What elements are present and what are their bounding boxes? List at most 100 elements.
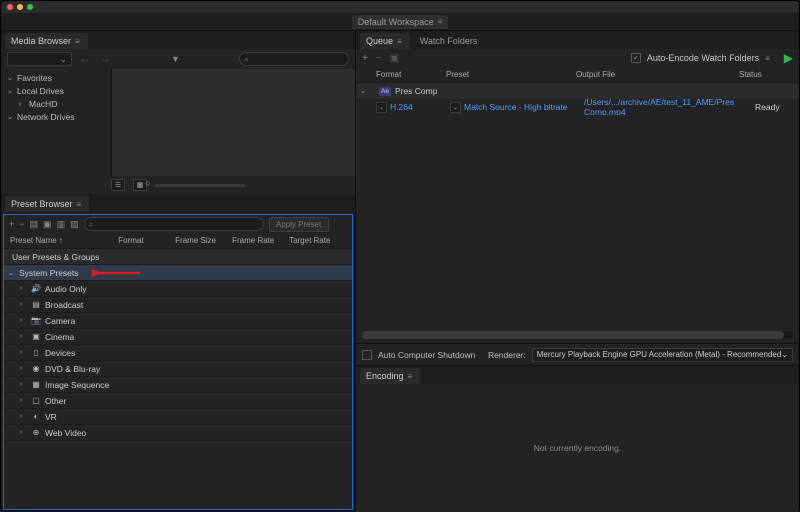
remove-source-button[interactable]: − — [376, 53, 382, 64]
export-preset-icon[interactable]: ▧ — [70, 219, 79, 230]
tree-network-drives[interactable]: ⌄Network Drives — [7, 111, 105, 124]
auto-encode-label: Auto-Encode Watch Folders — [647, 53, 759, 63]
minimize-window-icon[interactable] — [17, 4, 23, 10]
col-preset[interactable]: Preset — [446, 70, 576, 79]
output-path-link[interactable]: /Users/.../archive/AE/test_11_AME/Pres C… — [584, 97, 751, 117]
chevron-right-icon: › — [20, 317, 27, 324]
preset-category-row[interactable]: ›▦Image Sequence — [4, 377, 352, 393]
tree-favorites[interactable]: ⌄Favorites — [7, 72, 105, 85]
preset-group-system[interactable]: ⌄ System Presets — [4, 265, 352, 281]
hamburger-icon[interactable]: ≡ — [397, 37, 402, 46]
tree-local-drives[interactable]: ⌄Local Drives — [7, 85, 105, 98]
preset-label: Web Video — [45, 428, 86, 438]
format-dropdown[interactable]: ⌄ H.264 — [376, 102, 446, 113]
preset-browser-panel: + − ▤ ▣ ▥ ▧ ⌕ Apply Preset Preset Name ↑… — [3, 214, 353, 510]
hamburger-icon[interactable]: ≡ — [765, 54, 770, 63]
col-format[interactable]: Format — [118, 236, 175, 245]
preset-category-row[interactable]: ›⊕Web Video — [4, 425, 352, 441]
speaker-icon: 🔊 — [31, 284, 41, 293]
renderer-dropdown[interactable]: Mercury Playback Engine GPU Acceleration… — [532, 348, 793, 362]
disc-icon: ◉ — [31, 364, 41, 373]
film-icon: ▣ — [31, 332, 41, 341]
preset-category-row[interactable]: ›◉DVD & Blu-ray — [4, 361, 352, 377]
hamburger-icon[interactable]: ≡ — [408, 372, 413, 381]
workspace-bar: Default Workspace ≡ — [1, 13, 799, 31]
start-queue-button[interactable]: ▶ — [784, 51, 793, 65]
close-window-icon[interactable] — [7, 4, 13, 10]
add-source-button[interactable]: + — [362, 53, 368, 64]
device-icon: ▯ — [31, 348, 41, 357]
tab-queue[interactable]: Queue ≡ — [360, 33, 410, 49]
horizontal-scrollbar[interactable] — [362, 331, 793, 339]
list-view-button[interactable]: ☰ — [111, 179, 125, 191]
tree-item-machd[interactable]: ›MacHD — [7, 98, 105, 111]
renderer-label: Renderer: — [488, 350, 526, 360]
folder-icon: ▢ — [31, 396, 41, 405]
media-browser-tabs: Media Browser ≡ — [1, 31, 355, 49]
tab-watch-folders[interactable]: Watch Folders — [414, 33, 486, 49]
workspace-label: Default Workspace — [358, 17, 434, 27]
chevron-right-icon: › — [20, 285, 27, 292]
apply-preset-button[interactable]: Apply Preset — [269, 217, 329, 232]
chevron-right-icon: › — [20, 429, 27, 436]
nav-back-icon[interactable]: ← — [78, 54, 92, 65]
tab-preset-browser[interactable]: Preset Browser ≡ — [5, 196, 89, 212]
workspace-selector[interactable]: Default Workspace ≡ — [352, 15, 449, 29]
chevron-down-icon: ⌄ — [376, 102, 387, 113]
filter-icon[interactable]: ▼ — [171, 54, 180, 64]
encoding-panel: Not currently encoding. — [356, 384, 799, 512]
chevron-down-icon: ⌄ — [450, 102, 461, 113]
remove-preset-icon[interactable]: − — [19, 219, 24, 229]
col-frame-rate[interactable]: Frame Rate — [232, 236, 289, 245]
tab-encoding[interactable]: Encoding ≡ — [360, 368, 420, 384]
encoding-tabs: Encoding ≡ — [356, 366, 799, 384]
zoom-slider[interactable] — [155, 184, 245, 187]
media-browser-panel: ⌄ ← → ▼ ⌕ ⌄Favorites ⌄Local Drives ›MacH… — [1, 49, 355, 194]
preset-category-row[interactable]: › 🔊 Audio Only — [4, 281, 352, 297]
preset-label: Camera — [45, 316, 75, 326]
preset-group-user[interactable]: User Presets & Groups — [4, 249, 352, 265]
nav-forward-icon[interactable]: → — [98, 54, 112, 65]
preset-label: Image Sequence — [45, 380, 109, 390]
col-status[interactable]: Status — [739, 70, 779, 79]
preset-category-row[interactable]: ›◐VR — [4, 409, 352, 425]
preset-label: VR — [45, 412, 57, 422]
hamburger-icon[interactable]: ≡ — [75, 37, 80, 46]
preset-label: Audio Only — [45, 284, 87, 294]
chevron-right-icon: › — [20, 381, 27, 388]
preset-category-row[interactable]: ›▤Broadcast — [4, 297, 352, 313]
settings-preset-icon[interactable]: ▤ — [30, 219, 39, 230]
preset-category-row[interactable]: ›▣Cinema — [4, 329, 352, 345]
add-preset-icon[interactable]: + — [9, 219, 14, 229]
preset-category-row[interactable]: ›▯Devices — [4, 345, 352, 361]
col-format[interactable]: Format — [376, 70, 446, 79]
media-content-area[interactable] — [111, 69, 355, 176]
auto-encode-checkbox[interactable]: ✓ — [631, 53, 641, 63]
chevron-right-icon: › — [20, 397, 27, 404]
preset-label: Other — [45, 396, 66, 406]
col-output[interactable]: Output File — [576, 70, 739, 79]
bars-icon: ▤ — [31, 300, 41, 309]
duplicate-source-button[interactable]: ▣ — [390, 53, 399, 64]
preset-search-input[interactable]: ⌕ — [84, 217, 264, 231]
col-preset-name[interactable]: Preset Name ↑ — [10, 236, 118, 245]
col-frame-size[interactable]: Frame Size — [175, 236, 232, 245]
duplicate-preset-icon[interactable]: ▣ — [43, 219, 52, 230]
tab-media-browser[interactable]: Media Browser ≡ — [5, 33, 88, 49]
queue-output-row[interactable]: ⌄ H.264 ⌄ Match Source - High bitrate /U… — [356, 99, 799, 115]
media-search-input[interactable]: ⌕ — [239, 52, 349, 66]
hamburger-icon[interactable]: ≡ — [77, 200, 82, 209]
zoom-window-icon[interactable] — [27, 4, 33, 10]
preset-category-row[interactable]: › ▢ Other — [4, 393, 352, 409]
auto-shutdown-checkbox[interactable] — [362, 350, 372, 360]
preset-label: Cinema — [45, 332, 74, 342]
preset-category-row[interactable]: ›📷Camera — [4, 313, 352, 329]
media-path-dropdown[interactable]: ⌄ — [7, 52, 72, 66]
preset-column-headers: Preset Name ↑ Format Frame Size Frame Ra… — [4, 233, 352, 249]
chevron-down-icon: ⌄ — [360, 87, 367, 95]
annotation-arrow-icon — [92, 266, 142, 280]
chevron-down-icon: ⌄ — [7, 85, 14, 98]
import-preset-icon[interactable]: ▥ — [57, 219, 66, 230]
preset-dropdown[interactable]: ⌄ Match Source - High bitrate — [450, 102, 580, 113]
col-target-rate[interactable]: Target Rate — [289, 236, 346, 245]
